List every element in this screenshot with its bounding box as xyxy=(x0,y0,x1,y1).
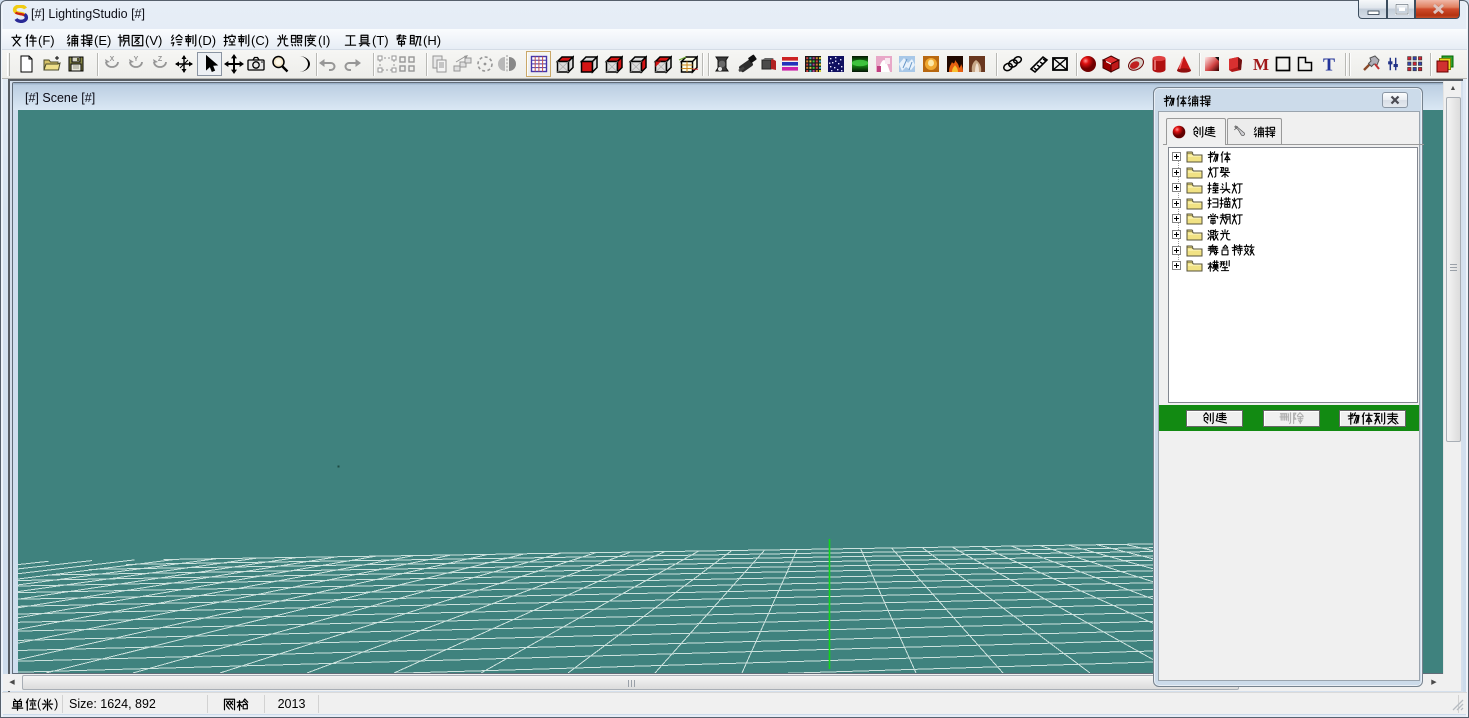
svg-text:Y: Y xyxy=(134,56,139,63)
svg-text:X: X xyxy=(110,56,115,63)
svg-text:T: T xyxy=(1323,55,1335,75)
svg-text:Z: Z xyxy=(158,56,163,63)
svg-text:M: M xyxy=(1253,55,1269,74)
